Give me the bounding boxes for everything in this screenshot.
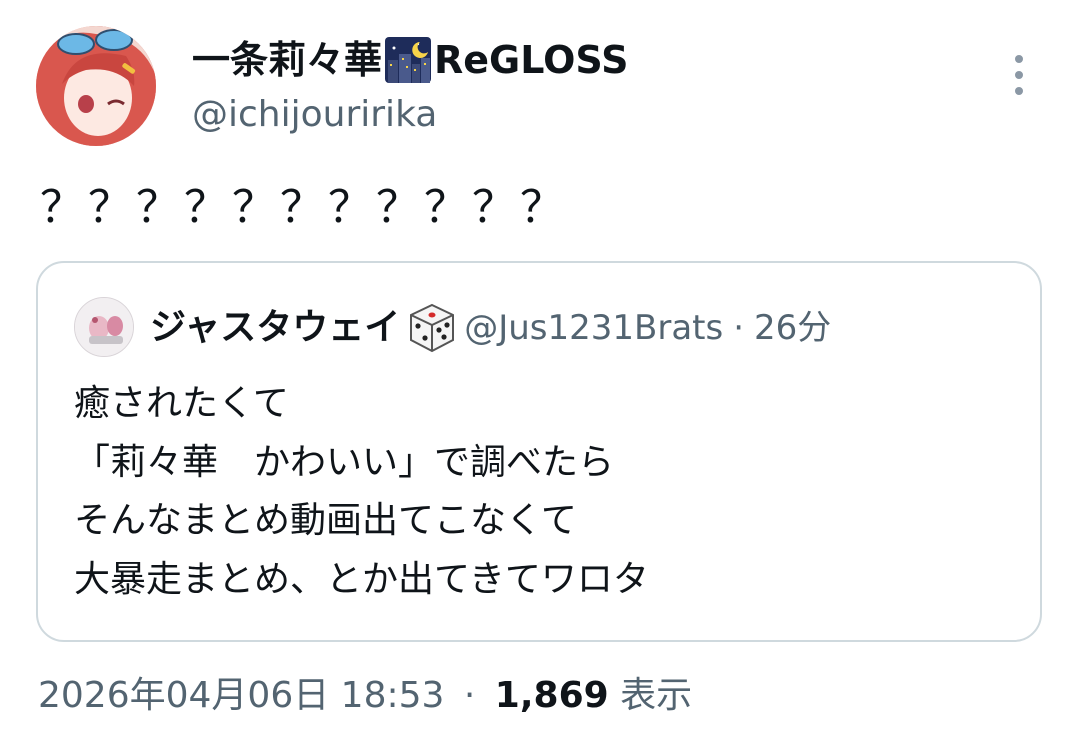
quoted-text-line: 「莉々華 かわいい」で調べたら	[74, 441, 615, 483]
author-display-name[interactable]: 一条莉々華 ReGLOSS	[192, 36, 628, 84]
quoted-text-line: そんなまとめ動画出てこなくて	[74, 500, 577, 541]
quoted-tweet-card[interactable]: ジャスタウェイ @Jus1231Brats · 26分 癒されたくて 「莉々華 …	[36, 261, 1042, 642]
more-options-button[interactable]	[1004, 55, 1034, 95]
footer-separator: ·	[463, 675, 476, 716]
quoted-tweet-text: 癒されたくて 「莉々華 かわいい」で調べたら そんなまとめ動画出てこなくて 大暴…	[74, 375, 649, 609]
author-avatar[interactable]	[36, 26, 156, 146]
quoted-author-handle[interactable]: @Jus1231Brats	[464, 303, 723, 353]
more-vertical-icon-dot	[1015, 87, 1023, 95]
quoted-text-line: 大暴走まとめ、とか出てきてワロタ	[74, 558, 649, 600]
views-label: 表示	[620, 675, 693, 716]
views-count: 1,869	[494, 675, 609, 716]
author-name-suffix: ReGLOSS	[434, 38, 629, 82]
tweet-timestamp[interactable]: 2026年04月06日 18:53	[38, 675, 444, 716]
author-handle[interactable]: @ichijouririka	[192, 93, 437, 137]
quoted-meta-separator: ·	[733, 308, 745, 348]
avatar-image	[36, 26, 156, 146]
dice-emoji-icon	[406, 302, 458, 354]
quoted-text-line: 癒されたくて	[74, 383, 289, 424]
quoted-author-name[interactable]: ジャスタウェイ	[150, 303, 400, 353]
avatar-image	[75, 298, 133, 356]
more-vertical-icon	[1015, 55, 1023, 63]
more-vertical-icon-dot	[1015, 71, 1023, 79]
author-name-text: 一条莉々華	[192, 38, 383, 82]
quoted-author-avatar[interactable]	[74, 297, 134, 357]
tweet-text: ？？？？？？？？？？？	[40, 182, 568, 233]
quoted-timestamp[interactable]: 26分	[754, 303, 831, 353]
quoted-tweet-header: ジャスタウェイ @Jus1231Brats · 26分	[150, 303, 831, 353]
tweet-footer: 2026年04月06日 18:53 · 1,869 表示	[38, 670, 692, 722]
night-city-emoji-icon	[384, 36, 432, 84]
